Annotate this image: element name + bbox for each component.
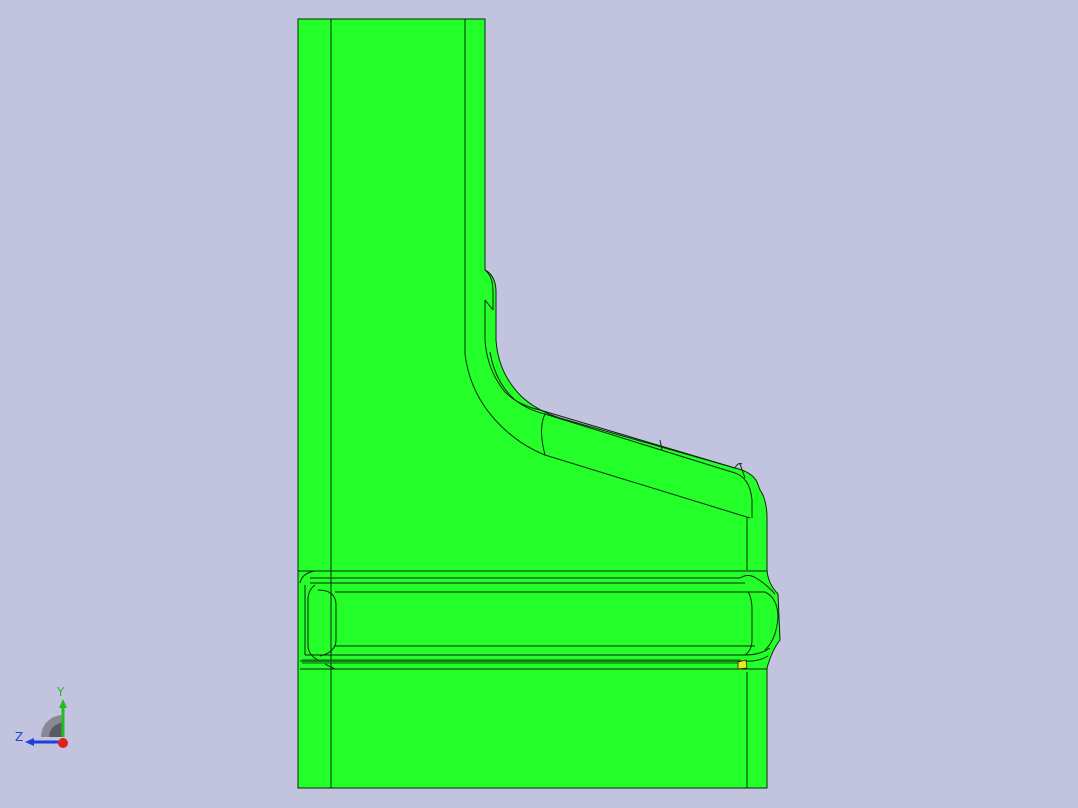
orientation-triad: Y Z [10,684,80,754]
selected-face-highlight[interactable] [737,659,748,670]
part-body [297,18,781,789]
x-axis-dot-icon [58,738,68,748]
upper-column-face [297,18,781,789]
y-axis-label: Y [57,685,65,699]
graphics-viewport[interactable]: Y Z [0,0,1078,808]
z-axis-label: Z [15,730,24,744]
y-axis-arrow-icon [59,699,67,708]
part-model[interactable] [0,0,1078,808]
groove-shadow [302,659,745,664]
z-axis-arrow-icon [25,738,34,746]
